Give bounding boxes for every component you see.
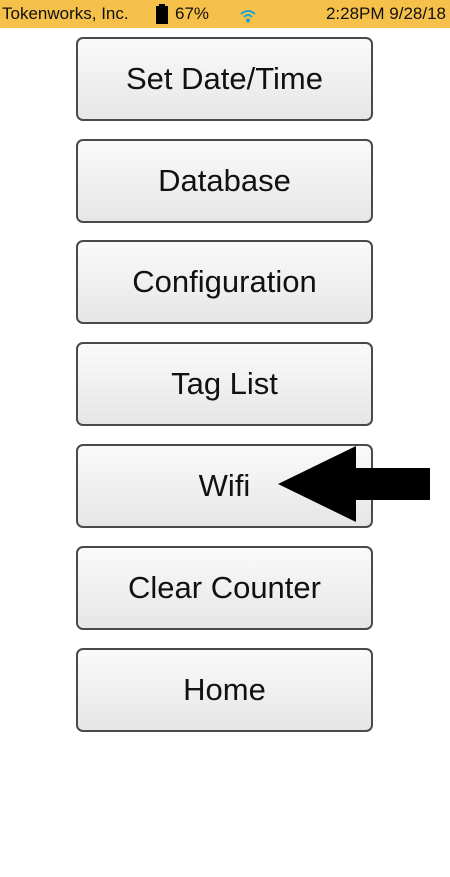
set-date-time-button[interactable]: Set Date/Time <box>76 37 373 121</box>
clear-counter-button[interactable]: Clear Counter <box>76 546 373 630</box>
database-button[interactable]: Database <box>76 139 373 223</box>
configuration-button[interactable]: Configuration <box>76 240 373 324</box>
home-button[interactable]: Home <box>76 648 373 732</box>
tag-list-button[interactable]: Tag List <box>76 342 373 426</box>
wifi-button[interactable]: Wifi <box>76 444 373 528</box>
main-menu: Set Date/Time Database Configuration Tag… <box>0 0 450 877</box>
